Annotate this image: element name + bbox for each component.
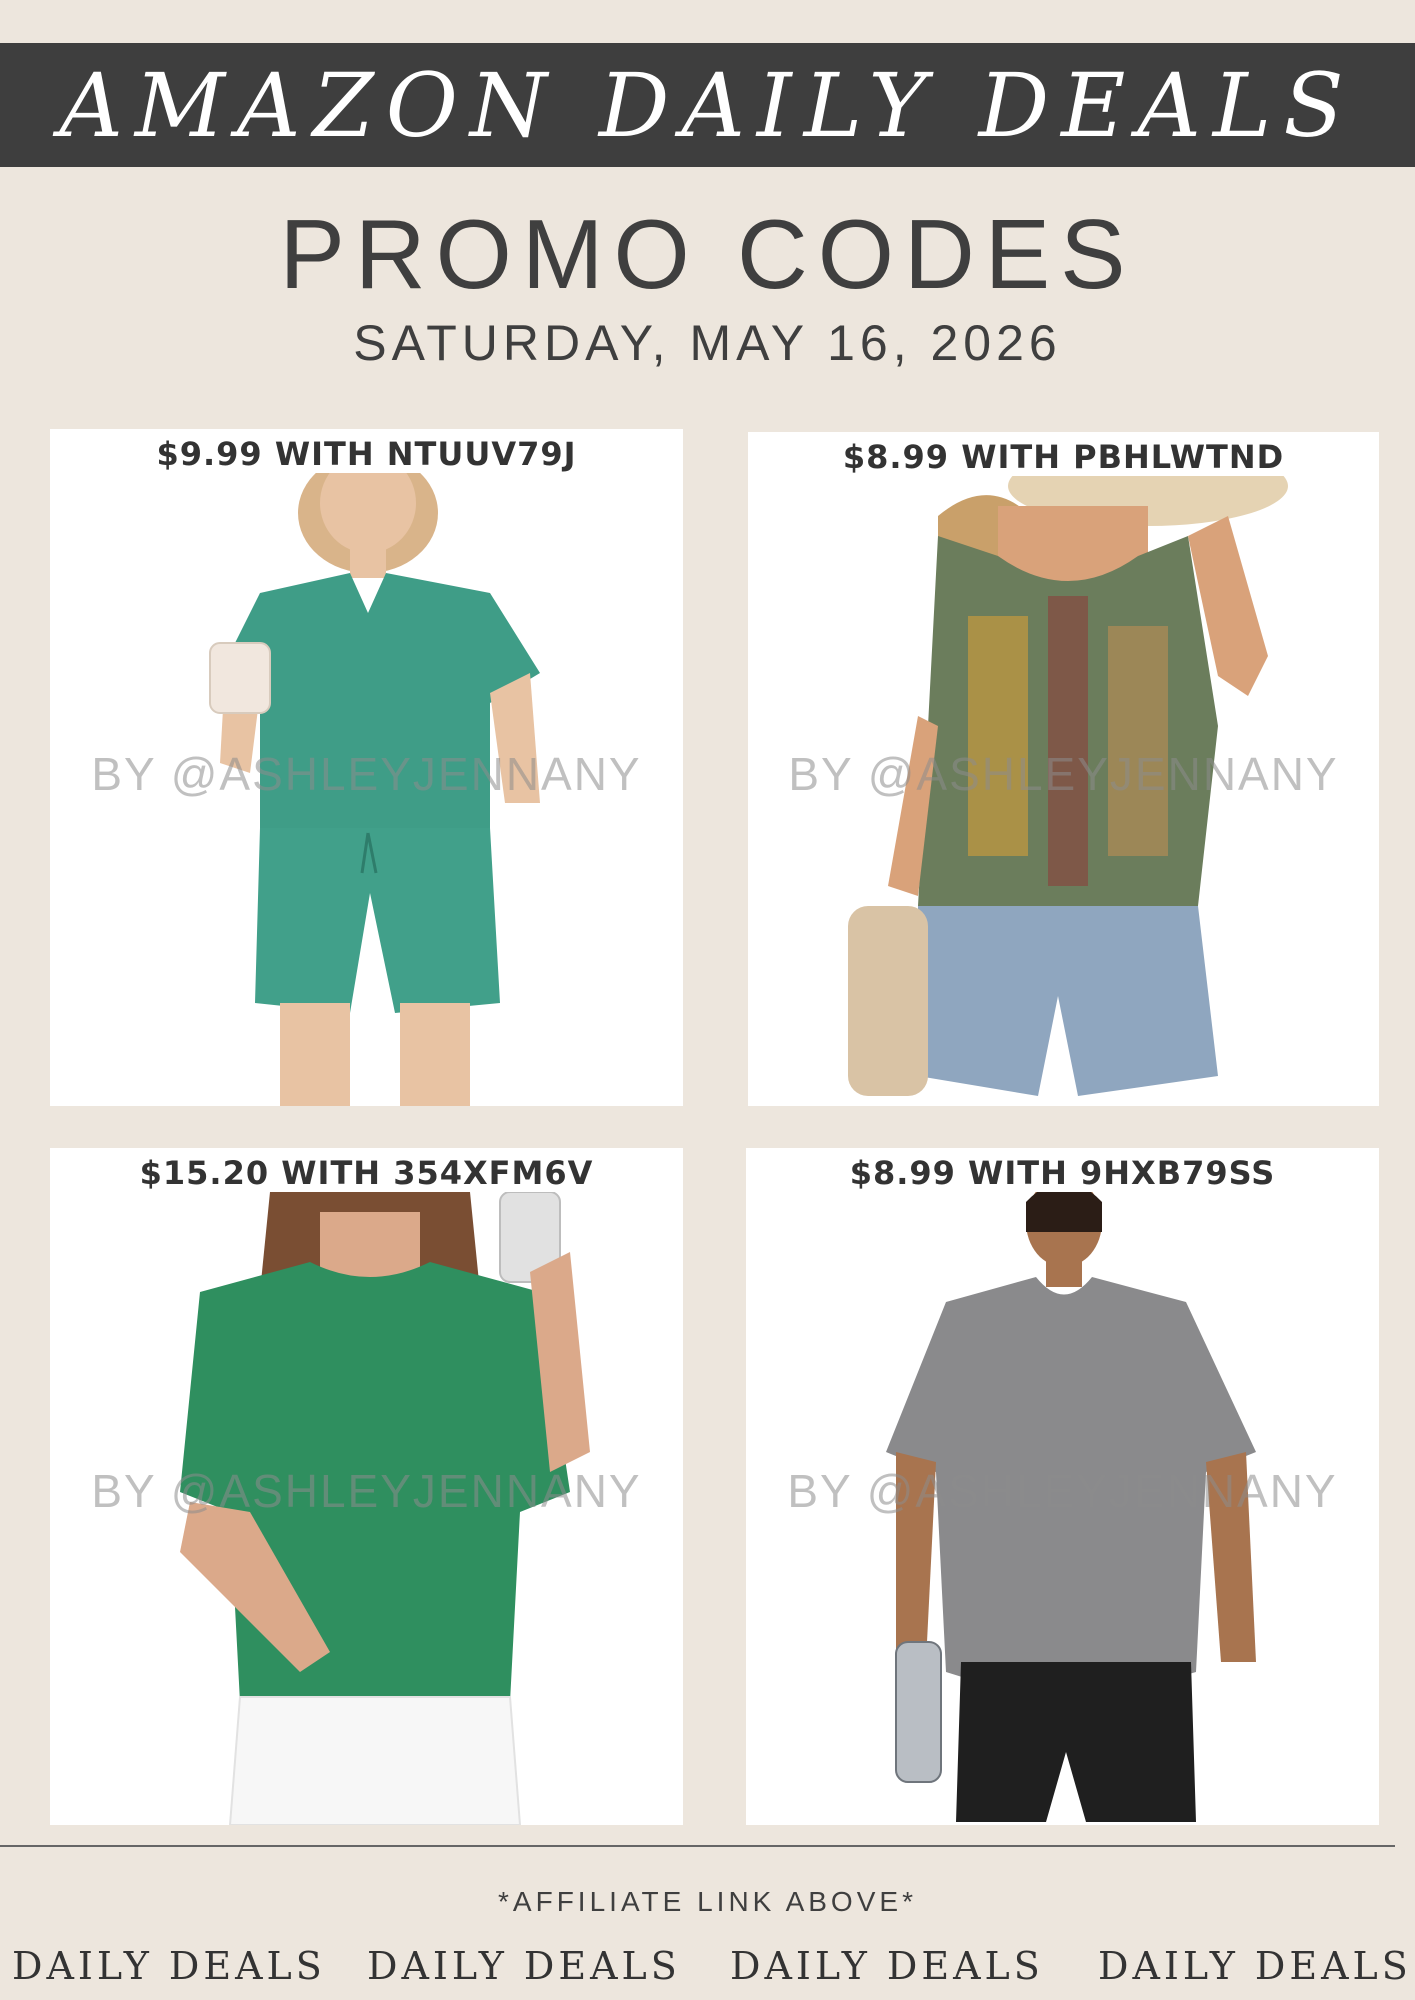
- product-image: [746, 1192, 1379, 1825]
- product-image: [748, 476, 1379, 1106]
- affiliate-notice[interactable]: *AFFILIATE LINK ABOVE*: [0, 1886, 1415, 1918]
- deal-card-1[interactable]: $9.99 WITH NTUUV79J BY @ASHLEYJENNANY: [50, 429, 683, 1106]
- page-date: SATURDAY, MAY 16, 2026: [353, 315, 1062, 371]
- footer-daily-deals-3: DAILY DEALS: [730, 1944, 1044, 1988]
- footer-daily-deals-2: DAILY DEALS: [367, 1944, 681, 1988]
- page-title: PROMO CODES: [279, 199, 1136, 309]
- deal-card-2[interactable]: $8.99 WITH PBHLWTND BY @ASHLEYJENNANY: [748, 432, 1379, 1106]
- banner-title: AMAZON DAILY DEALS: [59, 53, 1356, 157]
- top-banner: AMAZON DAILY DEALS: [0, 43, 1415, 167]
- deal-price-code: $9.99 WITH NTUUV79J: [156, 435, 577, 473]
- footer-divider: [0, 1845, 1395, 1847]
- deal-price-code: $15.20 WITH 354XFM6V: [139, 1154, 594, 1192]
- product-image: [50, 1192, 683, 1825]
- deal-card-4[interactable]: $8.99 WITH 9HXB79SS BY @ASHLEYJENNANY: [746, 1148, 1379, 1825]
- deal-price-code: $8.99 WITH PBHLWTND: [842, 438, 1285, 476]
- footer-daily-deals-1: DAILY DEALS: [12, 1944, 326, 1988]
- footer-daily-deals-4: DAILY DEALS: [1098, 1944, 1412, 1988]
- deal-card-3[interactable]: $15.20 WITH 354XFM6V BY @ASHLEYJENNANY: [50, 1148, 683, 1825]
- product-image: [50, 473, 683, 1106]
- deal-price-code: $8.99 WITH 9HXB79SS: [849, 1154, 1276, 1192]
